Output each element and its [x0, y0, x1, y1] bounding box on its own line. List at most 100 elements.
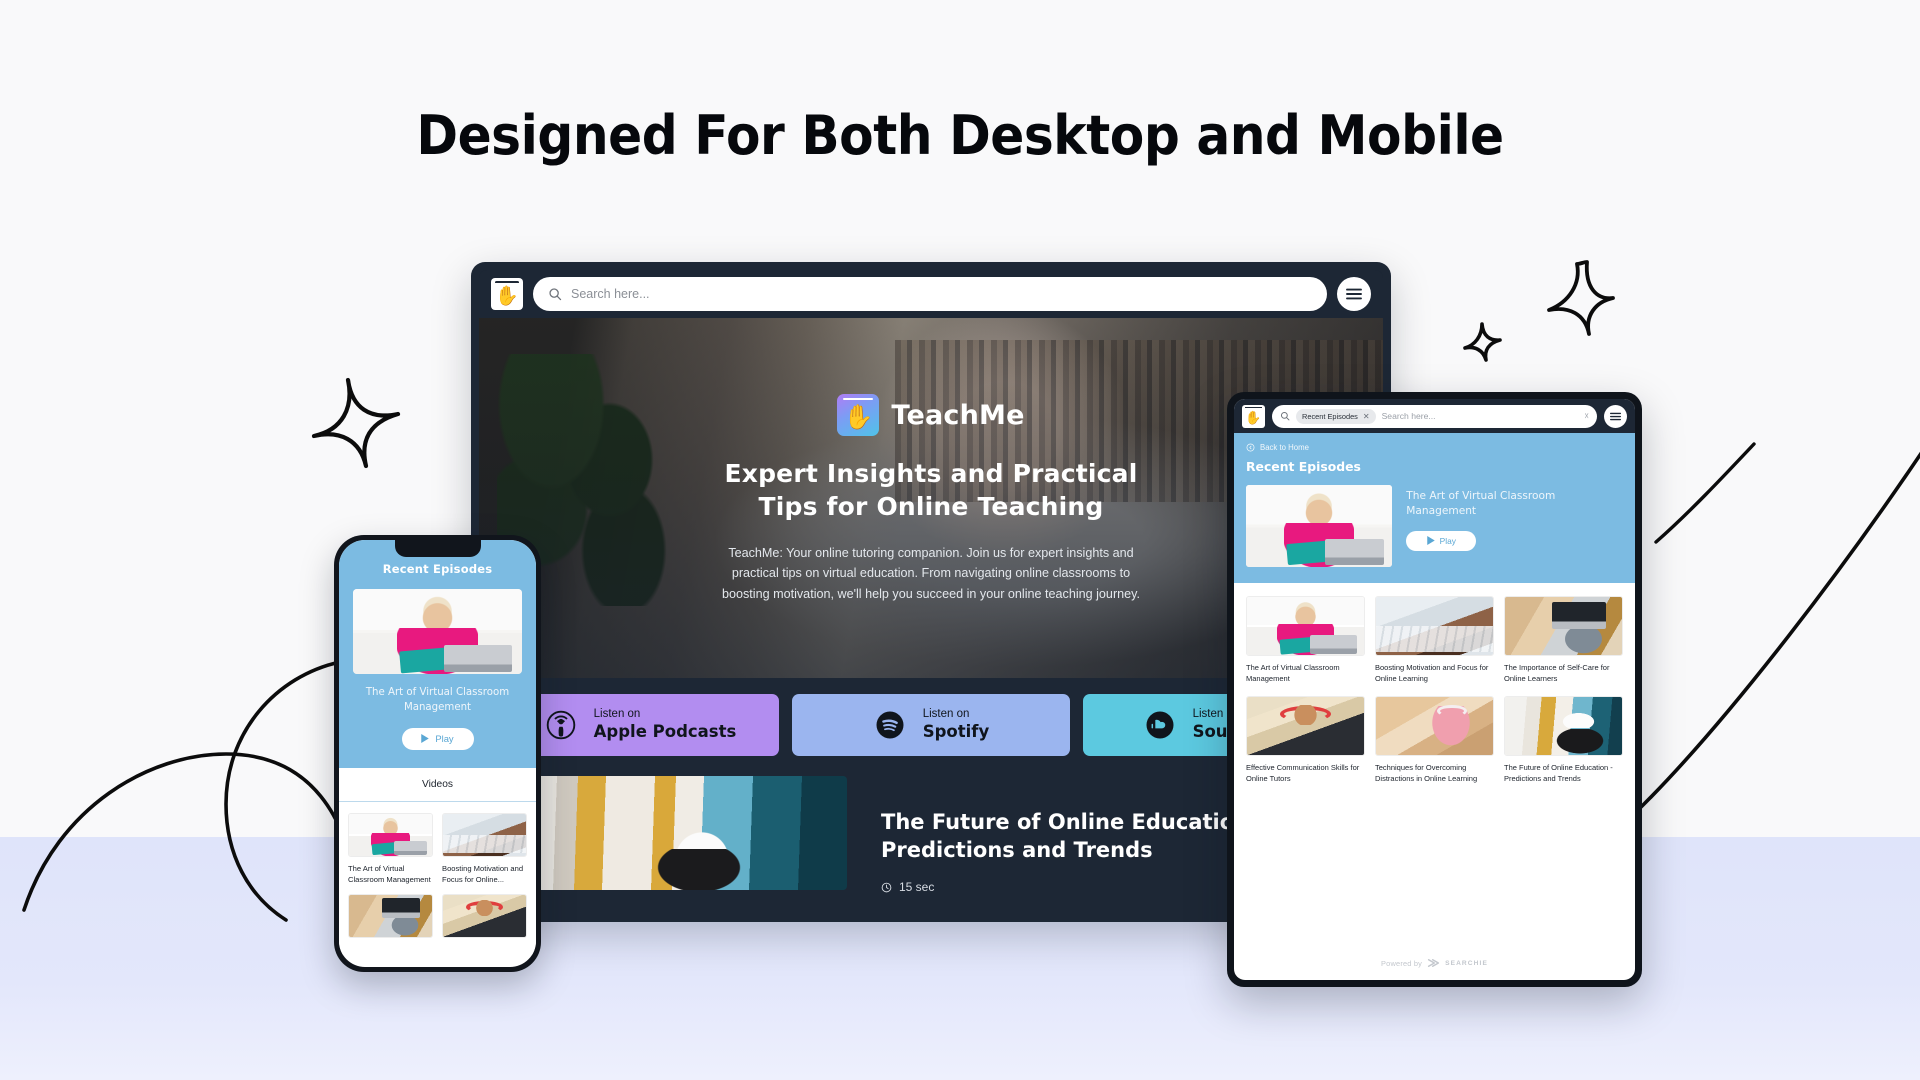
video-title: Boosting Motivation and Focus for Online…	[442, 863, 524, 884]
search-placeholder-text: Search here...	[1381, 411, 1436, 421]
back-circle-arrow-icon	[1246, 443, 1255, 452]
phone-notch	[394, 540, 481, 557]
spotify-labels: Listen on Spotify	[923, 708, 990, 741]
table-row[interactable]: Boosting Motivation and Focus for Online…	[1375, 596, 1494, 685]
tablet-play-button[interactable]: Play	[1406, 530, 1477, 551]
page-title: Designed For Both Desktop and Mobile	[416, 104, 1504, 167]
tablet-topbar: ✋ Recent Episodes ✕ Search here... ☓	[1234, 399, 1635, 433]
hamburger-menu-icon[interactable]	[1337, 277, 1371, 311]
laptop-detail	[393, 841, 428, 855]
mobile-featured-thumbnail[interactable]	[353, 589, 522, 674]
table-row[interactable]: The Art of Virtual Classroom Management	[1246, 596, 1365, 685]
video-title: The Importance of Self-Care for Online L…	[1504, 663, 1610, 684]
hamburger-menu-icon[interactable]	[1604, 404, 1627, 428]
apple-big-label: Apple Podcasts	[593, 722, 737, 742]
featured-info: The Art of Virtual Classroom Management …	[1406, 485, 1623, 567]
logo-hand-glyph: ✋	[843, 403, 874, 431]
featured-thumbnail	[1246, 485, 1393, 567]
search-icon	[1280, 411, 1290, 421]
search-filter-chip[interactable]: Recent Episodes ✕	[1296, 408, 1376, 424]
video-thumbnail	[1504, 596, 1623, 656]
list-item[interactable]: Boosting Motivation and Focus for Online…	[442, 812, 527, 885]
listen-on-spotify-button[interactable]: Listen on Spotify	[792, 694, 1070, 756]
tablet-play-label: Play	[1439, 535, 1456, 546]
person-detail	[1563, 629, 1604, 654]
student-headphones-photo	[443, 894, 526, 937]
video-thumbnail	[348, 893, 433, 938]
back-to-home-link[interactable]: Back to Home	[1246, 443, 1623, 452]
hero-description: TeachMe: Your online tutoring companion.…	[721, 546, 1141, 601]
book-top-line	[1245, 406, 1262, 408]
burger-lines	[1610, 412, 1621, 420]
laptop-detail	[1325, 539, 1384, 566]
play-triangle-icon	[421, 734, 430, 744]
head-detail	[471, 900, 498, 916]
video-thumbnail	[1504, 695, 1623, 756]
video-thumbnail	[1375, 596, 1494, 656]
mobile-videos-grid: The Art of Virtual Classroom Management …	[339, 801, 536, 955]
spotify-small-label: Listen on	[922, 708, 970, 721]
teachme-book-hand-icon[interactable]: ✋	[1242, 404, 1265, 428]
search-placeholder-text: Search here...	[571, 287, 650, 301]
table-row[interactable]: Techniques for Overcoming Distractions i…	[1375, 695, 1494, 785]
chip-label: Recent Episodes	[1302, 411, 1358, 421]
table-row[interactable]: The Future of Online Education - Predict…	[1504, 695, 1623, 785]
featured-title: The Art of Virtual Classroom Management	[1406, 490, 1556, 517]
keys-detail	[1376, 626, 1493, 652]
featured-duration: 15 sec	[881, 880, 1265, 894]
hands-on-keyboard-photo	[443, 813, 526, 856]
body-detail	[1554, 728, 1606, 755]
list-item[interactable]	[442, 893, 527, 944]
table-row[interactable]: The Importance of Self-Care for Online L…	[1504, 596, 1623, 685]
apple-small-label: Listen on	[593, 708, 641, 721]
laptop-detail	[382, 897, 421, 919]
video-title: Techniques for Overcoming Distractions i…	[1375, 762, 1478, 783]
video-title: The Art of Virtual Classroom Management	[348, 863, 431, 884]
search-input[interactable]: Search here...	[533, 277, 1327, 311]
video-thumbnail	[1246, 695, 1365, 756]
searchie-brand-label: SEARCHIE	[1445, 959, 1488, 967]
logo-top-line	[843, 398, 874, 400]
spotify-icon	[873, 708, 907, 742]
tablet-device-mockup: ✋ Recent Episodes ✕ Search here... ☓ Bac…	[1227, 392, 1642, 987]
play-triangle-icon	[1426, 536, 1435, 546]
table-row[interactable]: Effective Communication Skills for Onlin…	[1246, 695, 1365, 785]
tablet-featured-episode[interactable]: The Art of Virtual Classroom Management …	[1246, 485, 1623, 567]
video-thumbnail	[1246, 596, 1365, 656]
man-with-cap-photo	[1505, 696, 1622, 755]
video-thumbnail	[442, 893, 527, 938]
woman-with-laptop-photo	[1247, 597, 1364, 655]
video-thumbnail	[348, 812, 433, 857]
tablet-hero: Back to Home Recent Episodes The Art of …	[1234, 433, 1635, 583]
teachme-book-hand-icon[interactable]: ✋	[491, 278, 523, 310]
video-thumbnail	[1375, 695, 1494, 756]
woman-with-laptop-photo	[1246, 485, 1393, 567]
searchie-logo-icon	[1427, 959, 1440, 967]
poster-canvas: Designed For Both Desktop and Mobile ✋ S…	[0, 0, 1920, 1080]
diagonal-line-short	[1648, 430, 1768, 550]
diagonal-line-long	[1630, 440, 1920, 820]
book-top-line	[495, 281, 519, 284]
search-icon	[549, 288, 562, 301]
close-x-icon[interactable]: ✕	[1363, 412, 1370, 421]
list-item[interactable]: The Art of Virtual Classroom Management	[348, 812, 433, 885]
listen-on-apple-podcasts-button[interactable]: Listen on Apple Podcasts	[501, 694, 779, 756]
mobile-device-mockup: Recent Episodes The Art of Virtual Class…	[334, 535, 541, 972]
search-input[interactable]: Recent Episodes ✕ Search here... ☓	[1272, 404, 1597, 428]
mobile-videos-header: Videos	[339, 767, 536, 802]
mobile-screen: Recent Episodes The Art of Virtual Class…	[339, 540, 536, 967]
desk-from-above-photo	[349, 894, 432, 937]
list-item[interactable]	[348, 893, 433, 944]
laptop-detail	[444, 645, 512, 673]
soundcloud-icon	[1143, 708, 1177, 742]
student-headphones-photo	[1247, 696, 1364, 755]
clock-icon	[881, 882, 892, 893]
clear-field-icon[interactable]: ☓	[1584, 411, 1589, 422]
mobile-play-button[interactable]: Play	[401, 727, 474, 750]
woman-with-laptop-photo	[349, 813, 432, 856]
hand-glyph: ✋	[1245, 410, 1262, 425]
burger-lines	[1346, 288, 1362, 300]
video-title: Boosting Motivation and Focus for Online…	[1375, 663, 1489, 684]
video-thumbnail	[442, 812, 527, 857]
laptop-detail	[1310, 635, 1357, 654]
